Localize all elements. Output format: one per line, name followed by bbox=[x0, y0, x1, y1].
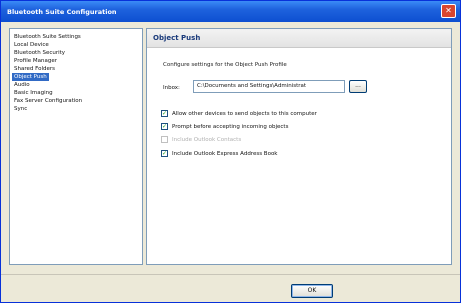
inbox-path-field[interactable]: C:\Documents and Settings\Administrat bbox=[193, 80, 345, 93]
footer-divider bbox=[1, 274, 460, 275]
sidebar-item-shared-folders[interactable]: Shared Folders bbox=[12, 65, 57, 73]
outlook-express-checkbox[interactable]: ✓ bbox=[161, 150, 168, 157]
panel-title: Object Push bbox=[153, 34, 201, 42]
panel-description: Configure settings for the Object Push P… bbox=[163, 62, 287, 68]
sidebar-item-local-device[interactable]: Local Device bbox=[12, 41, 51, 49]
option-outlook-contacts: Include Outlook Contacts bbox=[161, 136, 241, 145]
outlook-express-label: Include Outlook Express Address Book bbox=[172, 151, 278, 157]
allow-devices-label: Allow other devices to send objects to t… bbox=[172, 111, 317, 117]
config-window: Bluetooth Suite Configuration ✕ Bluetoot… bbox=[0, 0, 461, 303]
prompt-checkbox[interactable]: ✓ bbox=[161, 123, 168, 130]
sidebar-item-suite-settings[interactable]: Bluetooth Suite Settings bbox=[12, 33, 83, 41]
category-list[interactable]: Bluetooth Suite Settings Local Device Bl… bbox=[9, 28, 143, 265]
inbox-label: Inbox: bbox=[163, 85, 180, 91]
sidebar-item-fax-server[interactable]: Fax Server Configuration bbox=[12, 97, 84, 105]
browse-button[interactable]: ... bbox=[349, 80, 367, 93]
prompt-label: Prompt before accepting incoming objects bbox=[172, 124, 289, 130]
title-bar[interactable]: Bluetooth Suite Configuration ✕ bbox=[1, 1, 460, 22]
sidebar-item-audio[interactable]: Audio bbox=[12, 81, 32, 89]
sidebar-item-sync[interactable]: Sync bbox=[12, 105, 29, 113]
close-button[interactable]: ✕ bbox=[441, 4, 456, 18]
allow-devices-checkbox[interactable]: ✓ bbox=[161, 110, 168, 117]
option-prompt[interactable]: ✓ Prompt before accepting incoming object… bbox=[161, 123, 288, 132]
panel-header: Object Push bbox=[147, 29, 451, 48]
sidebar-item-profile-manager[interactable]: Profile Manager bbox=[12, 57, 59, 65]
settings-panel: Object Push Configure settings for the O… bbox=[146, 28, 452, 265]
outlook-contacts-label: Include Outlook Contacts bbox=[172, 137, 242, 143]
sidebar-item-security[interactable]: Bluetooth Security bbox=[12, 49, 67, 57]
ok-button[interactable]: OK bbox=[291, 284, 333, 298]
option-allow-devices[interactable]: ✓ Allow other devices to send objects to … bbox=[161, 110, 317, 119]
sidebar-item-object-push[interactable]: Object Push bbox=[12, 73, 49, 81]
outlook-contacts-checkbox bbox=[161, 136, 168, 143]
window-title: Bluetooth Suite Configuration bbox=[7, 8, 117, 16]
sidebar-item-basic-imaging[interactable]: Basic Imaging bbox=[12, 89, 55, 97]
close-icon: ✕ bbox=[445, 6, 452, 15]
option-outlook-express[interactable]: ✓ Include Outlook Express Address Book bbox=[161, 150, 278, 159]
